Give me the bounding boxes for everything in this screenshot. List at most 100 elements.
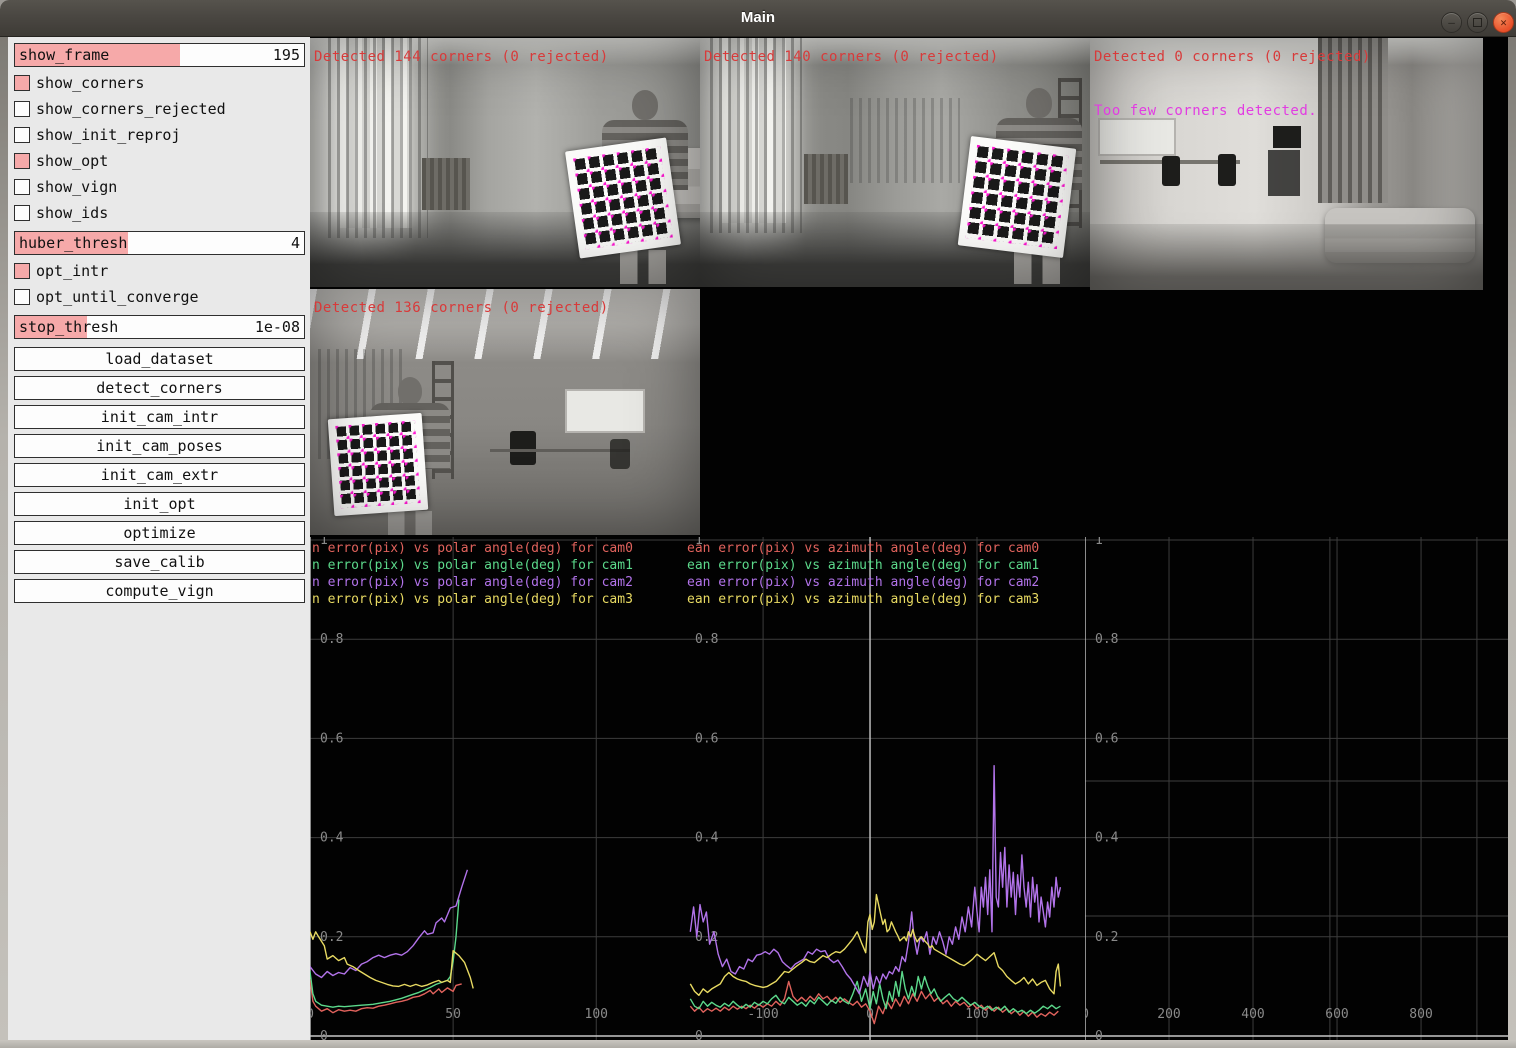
title-bar[interactable]: Main — ✕ — [0, 0, 1516, 37]
checkbox-label: show_opt — [36, 152, 108, 170]
close-button[interactable]: ✕ — [1493, 12, 1514, 33]
svg-text:200: 200 — [1157, 1007, 1180, 1022]
slider-huber_thresh[interactable]: huber_thresh 4 — [14, 231, 305, 255]
minimize-button[interactable]: — — [1441, 12, 1462, 33]
maximize-button[interactable] — [1467, 12, 1488, 33]
checkbox-show_opt[interactable]: show_opt — [14, 153, 305, 169]
slider-label: stop_thresh — [19, 318, 118, 336]
camera-view-cam2[interactable]: Detected 0 corners (0 rejected) Too few … — [1090, 38, 1483, 290]
checkbox-show_corners[interactable]: show_corners — [14, 75, 305, 91]
slider-value: 4 — [291, 234, 300, 252]
checkbox-show_ids[interactable]: show_ids — [14, 205, 305, 221]
checkbox-opt_until_converge[interactable]: opt_until_converge — [14, 289, 305, 305]
slider-show_frame[interactable]: show_frame 195 — [14, 43, 305, 67]
checkbox-show_init_reproj[interactable]: show_init_reproj — [14, 127, 305, 143]
checkbox-box — [14, 179, 30, 195]
button-save_calib[interactable]: save_calib — [14, 550, 305, 574]
svg-text:0.6: 0.6 — [695, 731, 718, 746]
svg-text:n error(pix) vs polar angle(de: n error(pix) vs polar angle(deg) for cam… — [312, 558, 633, 573]
svg-text:0.6: 0.6 — [1095, 731, 1118, 746]
svg-text:600: 600 — [1325, 1007, 1348, 1022]
checkbox-box — [14, 153, 30, 169]
checkbox-box — [14, 263, 30, 279]
camera-view-cam3[interactable]: Detected 136 corners (0 rejected) — [310, 289, 700, 535]
cam3-vignette-overlay — [310, 289, 700, 535]
svg-text:0: 0 — [1095, 1029, 1103, 1040]
checkbox-label: show_corners — [36, 74, 144, 92]
svg-text:0.8: 0.8 — [320, 632, 343, 647]
svg-text:0.6: 0.6 — [320, 731, 343, 746]
checkbox-box — [14, 127, 30, 143]
cam1-vignette-overlay — [700, 38, 1090, 287]
svg-text:800: 800 — [1409, 1007, 1432, 1022]
maximize-icon — [1473, 18, 1482, 27]
button-init_cam_intr[interactable]: init_cam_intr — [14, 405, 305, 429]
checkbox-show_corners_rejected[interactable]: show_corners_rejected — [14, 101, 305, 117]
svg-text:0.2: 0.2 — [320, 930, 343, 945]
window-border-left — [0, 37, 8, 1040]
svg-text:1: 1 — [1095, 537, 1103, 548]
checkbox-box — [14, 289, 30, 305]
checkbox-label: opt_until_converge — [36, 288, 199, 306]
camera-view-cam0[interactable]: Detected 144 corners (0 rejected) — [310, 38, 700, 287]
svg-text:n error(pix) vs polar angle(de: n error(pix) vs polar angle(deg) for cam… — [312, 541, 633, 556]
button-init_cam_poses[interactable]: init_cam_poses — [14, 434, 305, 458]
button-optimize[interactable]: optimize — [14, 521, 305, 545]
slider-label: huber_thresh — [19, 234, 127, 252]
svg-text:0: 0 — [1085, 1007, 1089, 1022]
checkbox-label: opt_intr — [36, 262, 108, 280]
window-title: Main — [0, 9, 1516, 26]
svg-text:100: 100 — [585, 1007, 608, 1022]
checkbox-opt_intr[interactable]: opt_intr — [14, 263, 305, 279]
checkbox-show_vign[interactable]: show_vign — [14, 179, 305, 195]
svg-text:0: 0 — [310, 1007, 314, 1022]
svg-text:0.8: 0.8 — [695, 632, 718, 647]
button-load_dataset[interactable]: load_dataset — [14, 347, 305, 371]
svg-text:ean error(pix) vs azimuth angl: ean error(pix) vs azimuth angle(deg) for… — [687, 575, 1039, 590]
plot-polar-error[interactable]: 00.20.40.60.81050100n error(pix) vs pola… — [310, 537, 685, 1040]
svg-text:0.8: 0.8 — [1095, 632, 1118, 647]
button-init_opt[interactable]: init_opt — [14, 492, 305, 516]
checkbox-label: show_corners_rejected — [36, 100, 226, 118]
slider-stop_thresh[interactable]: stop_thresh 1e-08 — [14, 315, 305, 339]
main-view-area: Detected 144 corners (0 rejected) Detect… — [310, 37, 1508, 1040]
svg-text:0.4: 0.4 — [320, 831, 344, 846]
svg-text:0.4: 0.4 — [1095, 831, 1119, 846]
slider-value: 195 — [273, 46, 300, 64]
svg-text:ean error(pix) vs azimuth angl: ean error(pix) vs azimuth angle(deg) for… — [687, 558, 1039, 573]
slider-label: show_frame — [19, 46, 109, 64]
svg-text:0.2: 0.2 — [1095, 930, 1118, 945]
button-detect_corners[interactable]: detect_corners — [14, 376, 305, 400]
plot-azimuth-error[interactable]: 00.20.40.60.81-1000100ean error(pix) vs … — [685, 537, 1085, 1040]
svg-text:n error(pix) vs polar angle(de: n error(pix) vs polar angle(deg) for cam… — [312, 592, 633, 607]
cam1-status-text: Detected 140 corners (0 rejected) — [704, 49, 999, 65]
svg-text:n error(pix) vs polar angle(de: n error(pix) vs polar angle(deg) for cam… — [312, 575, 633, 590]
control-sidebar: show_frame 195 show_corners show_corners… — [8, 37, 310, 1040]
camera-view-cam1[interactable]: Detected 140 corners (0 rejected) — [700, 38, 1090, 287]
cam3-status-text: Detected 136 corners (0 rejected) — [314, 300, 609, 316]
checkbox-label: show_init_reproj — [36, 126, 181, 144]
svg-text:400: 400 — [1241, 1007, 1264, 1022]
svg-text:-100: -100 — [747, 1007, 778, 1022]
checkbox-box — [14, 101, 30, 117]
checkbox-label: show_ids — [36, 204, 108, 222]
cam0-vignette-overlay — [310, 38, 700, 287]
svg-text:ean error(pix) vs azimuth angl: ean error(pix) vs azimuth angle(deg) for… — [687, 592, 1039, 607]
window-border-bottom — [0, 1040, 1516, 1048]
checkbox-box — [14, 75, 30, 91]
button-compute_vign[interactable]: compute_vign — [14, 579, 305, 603]
slider-value: 1e-08 — [255, 318, 300, 336]
cam0-status-text: Detected 144 corners (0 rejected) — [314, 49, 609, 65]
svg-text:0: 0 — [320, 1029, 328, 1040]
button-init_cam_extr[interactable]: init_cam_extr — [14, 463, 305, 487]
svg-text:0: 0 — [695, 1029, 703, 1040]
window-border-right — [1508, 37, 1516, 1040]
app-window: Main — ✕ show_frame 195 show_corners sho… — [0, 0, 1516, 1048]
plot-vignette[interactable]: 0 0.2 0.4 0.6 0.8 1 0 200 400 600 800 — [1085, 537, 1508, 1040]
cam2-status-text: Detected 0 corners (0 rejected) — [1094, 49, 1371, 65]
svg-text:0.4: 0.4 — [695, 831, 719, 846]
svg-text:ean error(pix) vs azimuth angl: ean error(pix) vs azimuth angle(deg) for… — [687, 541, 1039, 556]
cam2-warning-text: Too few corners detected. — [1094, 103, 1317, 119]
svg-text:50: 50 — [445, 1007, 461, 1022]
checkbox-label: show_vign — [36, 178, 117, 196]
